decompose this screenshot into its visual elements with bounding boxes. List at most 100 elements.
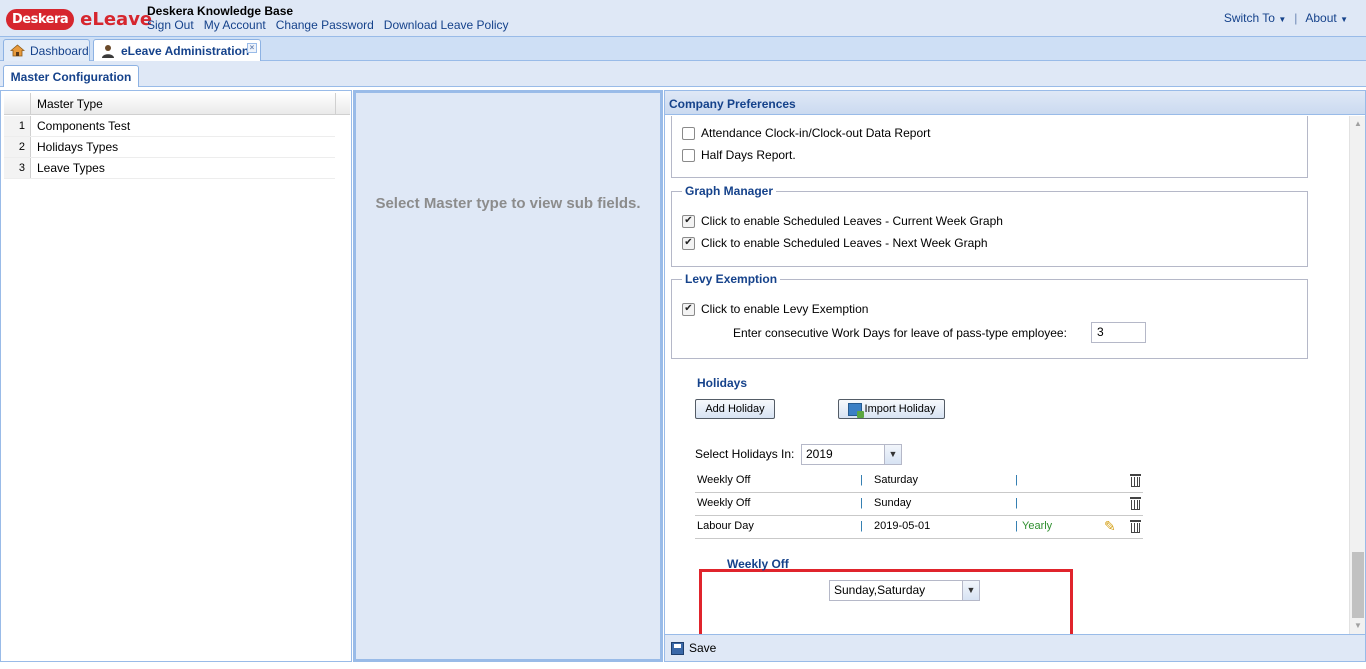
holiday-row: Weekly Off | Sunday | bbox=[695, 493, 1143, 516]
holiday-recurrence: Yearly bbox=[1022, 520, 1053, 532]
holiday-value: Sunday bbox=[874, 497, 912, 509]
delete-icon[interactable] bbox=[1130, 520, 1141, 533]
app-header: Deskera eLeave Deskera Knowledge Base Si… bbox=[0, 0, 1366, 37]
about-menu[interactable]: About ▼ bbox=[1305, 11, 1348, 25]
holiday-name: Weekly Off bbox=[697, 497, 751, 509]
top-right-links: Switch To ▼ | About ▼ bbox=[1224, 11, 1348, 25]
row-number: 3 bbox=[4, 158, 31, 178]
panel-title: Company Preferences bbox=[665, 91, 1365, 115]
graph-option[interactable]: ✔ Click to enable Scheduled Leaves - Nex… bbox=[682, 236, 988, 250]
tab-admin-label: eLeave Administration bbox=[121, 43, 250, 58]
holiday-value: Saturday bbox=[874, 474, 919, 486]
add-holiday-button[interactable]: Add Holiday bbox=[695, 399, 775, 419]
close-icon[interactable]: × bbox=[247, 43, 257, 53]
chevron-down-icon: ▼ bbox=[1340, 15, 1348, 24]
weekly-off-title: Weekly Off bbox=[727, 557, 789, 571]
scroll-down-icon[interactable]: ▼ bbox=[1350, 618, 1366, 634]
holiday-row: Weekly Off | Saturday | bbox=[695, 470, 1143, 493]
top-nav: Sign Out My Account Change Password Down… bbox=[147, 18, 509, 32]
scroll-thumb[interactable] bbox=[1352, 552, 1364, 618]
master-type-grid: Master Type 1 Components Test 2 Holidays… bbox=[0, 90, 352, 662]
checkbox[interactable] bbox=[682, 126, 695, 140]
import-holiday-label: Import Holiday bbox=[864, 403, 936, 415]
separator: | bbox=[1015, 497, 1018, 509]
sign-out-link[interactable]: Sign Out bbox=[147, 18, 194, 32]
sub-tab-bar: Master Configuration bbox=[0, 61, 1366, 87]
levy-option-label: Click to enable Levy Exemption bbox=[701, 302, 869, 316]
home-icon bbox=[10, 44, 25, 58]
graph-manager-legend: Graph Manager bbox=[682, 184, 777, 198]
checkbox[interactable]: ✔ bbox=[682, 214, 695, 228]
vertical-scrollbar[interactable]: ▲ ▼ bbox=[1349, 116, 1365, 634]
levy-exemption-legend: Levy Exemption bbox=[682, 272, 781, 286]
master-type-cell[interactable]: Leave Types bbox=[31, 158, 105, 178]
report-option[interactable]: Attendance Clock-in/Clock-out Data Repor… bbox=[682, 126, 930, 140]
table-row[interactable]: 2 Holidays Types bbox=[4, 137, 335, 158]
separator: | bbox=[860, 497, 863, 509]
checkbox[interactable] bbox=[682, 148, 695, 162]
separator: | bbox=[860, 474, 863, 486]
checkbox[interactable]: ✔ bbox=[682, 302, 695, 316]
separator: | bbox=[1294, 11, 1298, 25]
download-leave-policy-link[interactable]: Download Leave Policy bbox=[384, 18, 509, 32]
chevron-down-icon: ▼ bbox=[1278, 15, 1287, 24]
save-icon bbox=[671, 641, 684, 655]
graph-option[interactable]: ✔ Click to enable Scheduled Leaves - Cur… bbox=[682, 214, 1003, 228]
table-row[interactable]: 3 Leave Types bbox=[4, 158, 335, 179]
holiday-value: 2019-05-01 bbox=[874, 520, 931, 532]
work-days-label: Enter consecutive Work Days for leave of… bbox=[733, 326, 1067, 340]
holiday-year-value: 2019 bbox=[806, 447, 833, 461]
weekly-off-select[interactable]: Sunday,Saturday ▼ bbox=[829, 580, 980, 601]
preferences-scroll-area[interactable]: Attendance Clock-in/Clock-out Data Repor… bbox=[665, 116, 1349, 634]
switch-to-label: Switch To bbox=[1223, 11, 1275, 25]
report-option[interactable]: Half Days Report. bbox=[682, 148, 796, 162]
company-preferences-panel: Company Preferences Attendance Clock-in/… bbox=[664, 90, 1366, 662]
separator: | bbox=[860, 520, 863, 532]
my-account-link[interactable]: My Account bbox=[204, 18, 266, 32]
holiday-year-select[interactable]: 2019 ▼ bbox=[801, 444, 902, 465]
save-button[interactable]: Save bbox=[671, 641, 716, 655]
chevron-down-icon[interactable]: ▼ bbox=[884, 445, 901, 464]
row-number-header bbox=[4, 93, 31, 114]
grid-header: Master Type bbox=[4, 93, 350, 115]
brand-badge: Deskera bbox=[6, 8, 75, 30]
separator: | bbox=[1015, 474, 1018, 486]
main-tab-bar: Dashboard eLeave Administration × bbox=[0, 37, 1366, 61]
delete-icon[interactable] bbox=[1130, 497, 1141, 510]
report-option-label: Attendance Clock-in/Clock-out Data Repor… bbox=[701, 126, 931, 140]
select-holidays-label: Select Holidays In: bbox=[695, 447, 795, 461]
master-type-cell[interactable]: Holidays Types bbox=[31, 137, 118, 157]
change-password-link[interactable]: Change Password bbox=[276, 18, 374, 32]
tab-eleave-administration[interactable]: eLeave Administration × bbox=[93, 39, 261, 61]
product-name: eLeave bbox=[80, 8, 153, 30]
delete-icon[interactable] bbox=[1130, 474, 1141, 487]
edit-icon[interactable]: ✎ bbox=[1104, 519, 1119, 533]
graph-option-label: Click to enable Scheduled Leaves - Curre… bbox=[701, 214, 1003, 228]
chevron-down-icon[interactable]: ▼ bbox=[962, 581, 979, 600]
scroll-up-icon[interactable]: ▲ bbox=[1350, 116, 1366, 132]
holiday-row: Labour Day | 2019-05-01 | Yearly ✎ bbox=[695, 516, 1143, 539]
table-row[interactable]: 1 Components Test bbox=[4, 116, 335, 137]
holidays-title: Holidays bbox=[697, 376, 748, 390]
tab-dashboard[interactable]: Dashboard bbox=[3, 39, 90, 61]
save-label: Save bbox=[689, 641, 717, 655]
levy-exemption-fieldset: Levy Exemption ✔ Click to enable Levy Ex… bbox=[671, 272, 1308, 359]
checkbox[interactable]: ✔ bbox=[682, 236, 695, 250]
work-days-input[interactable]: 3 bbox=[1091, 322, 1146, 343]
tab-dashboard-label: Dashboard bbox=[30, 43, 89, 58]
empty-state-message: Select Master type to view sub fields. bbox=[375, 195, 641, 212]
holiday-name: Labour Day bbox=[697, 520, 754, 532]
row-number: 1 bbox=[4, 116, 31, 136]
admin-user-icon bbox=[100, 44, 116, 58]
master-type-cell[interactable]: Components Test bbox=[31, 116, 130, 136]
holiday-name: Weekly Off bbox=[697, 474, 751, 486]
switch-to-menu[interactable]: Switch To ▼ bbox=[1224, 11, 1286, 25]
graph-manager-fieldset: Graph Manager ✔ Click to enable Schedule… bbox=[671, 184, 1308, 267]
master-type-column-header[interactable]: Master Type bbox=[31, 93, 336, 114]
sub-fields-panel: Select Master type to view sub fields. bbox=[353, 90, 663, 662]
logo: Deskera eLeave bbox=[6, 6, 152, 32]
graph-option-label: Click to enable Scheduled Leaves - Next … bbox=[701, 236, 988, 250]
levy-option[interactable]: ✔ Click to enable Levy Exemption bbox=[682, 302, 868, 316]
import-holiday-button[interactable]: Import Holiday bbox=[838, 399, 945, 419]
tab-master-configuration[interactable]: Master Configuration bbox=[3, 65, 139, 87]
